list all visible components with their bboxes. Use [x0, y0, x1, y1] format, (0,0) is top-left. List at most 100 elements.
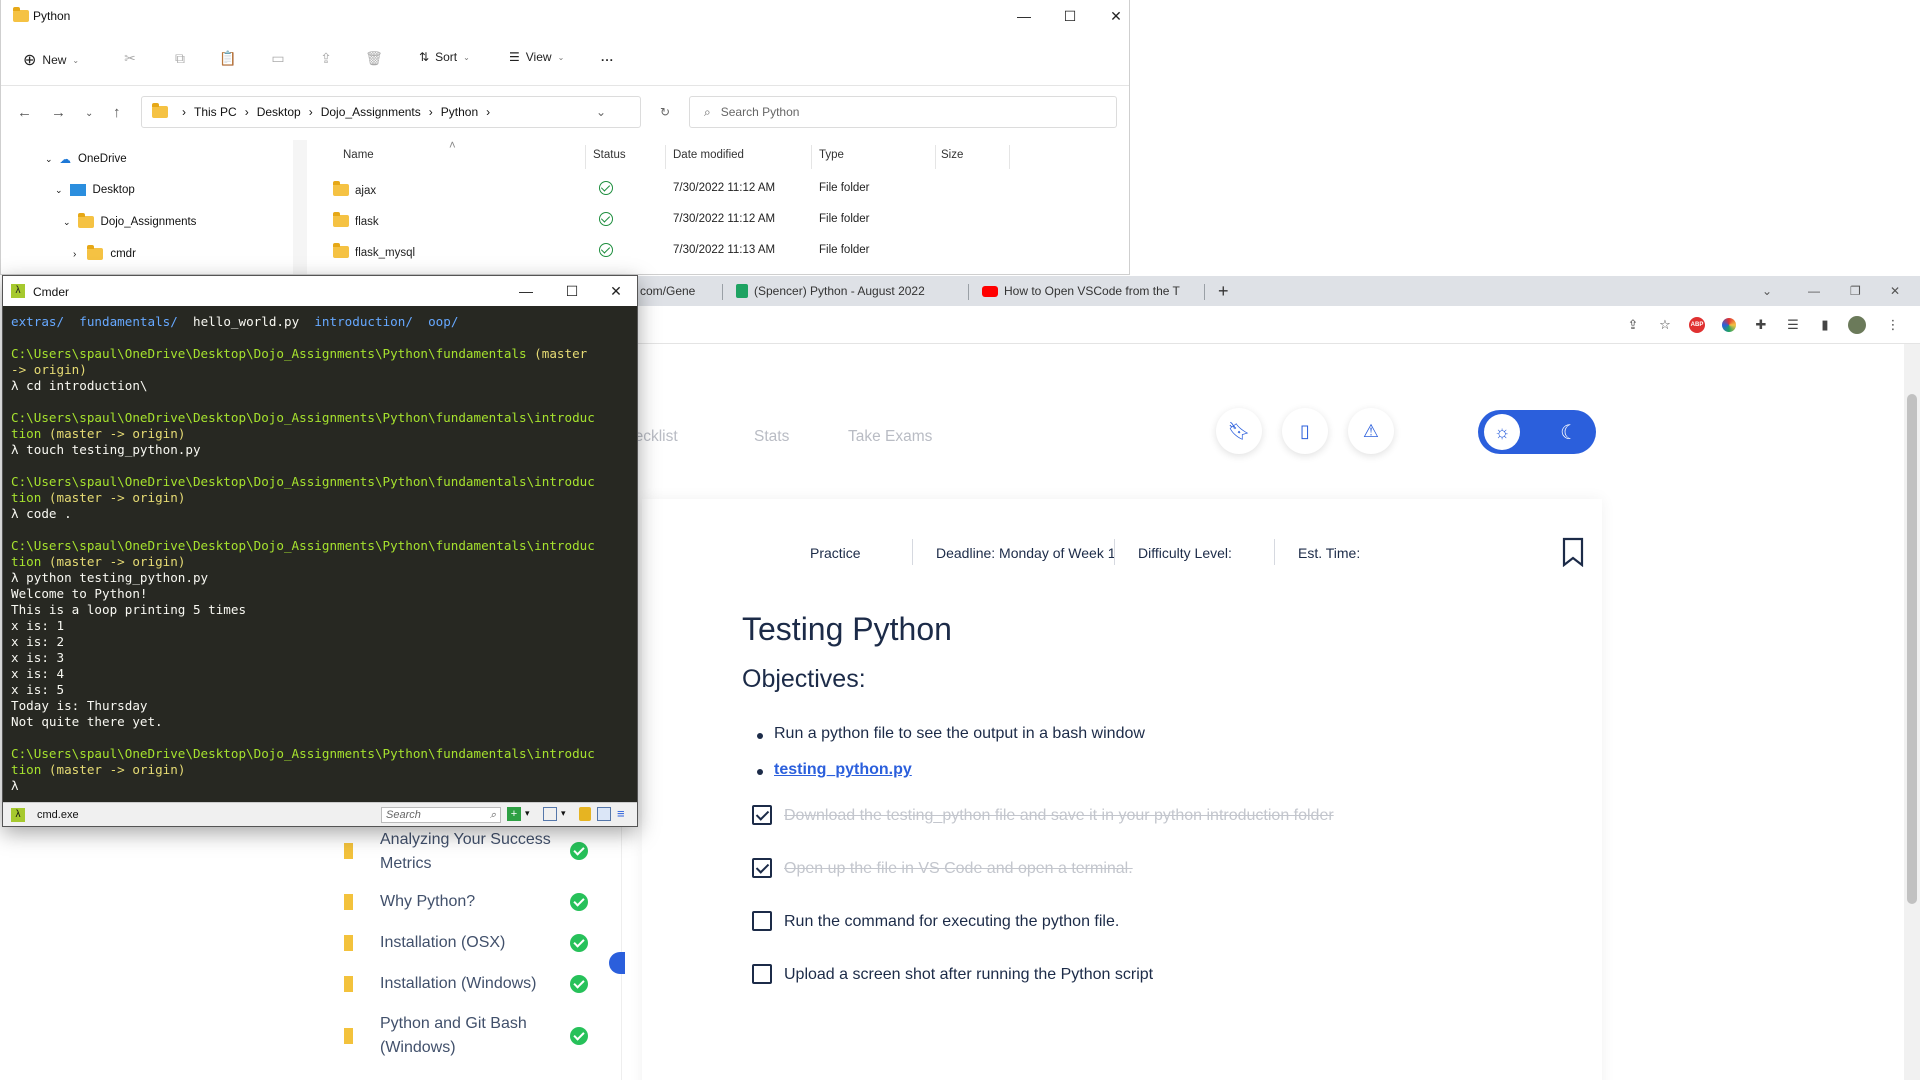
report-button[interactable]: ⚠: [1348, 408, 1394, 454]
reading-list-icon[interactable]: ☰: [1784, 316, 1802, 334]
close-icon[interactable]: ✕: [1882, 276, 1908, 306]
address-bar[interactable]: › This PC › Desktop › Dojo_Assignments › Py…: [141, 96, 670, 128]
nav-stats[interactable]: Stats: [754, 428, 789, 446]
file-row[interactable]: flask 7/30/2022 11:12 AM File folder: [321, 205, 1121, 235]
back-arrow-icon[interactable]: ←: [17, 104, 32, 121]
cmder-titlebar: λ Cmder — ☐ ✕: [3, 276, 637, 306]
up-arrow-icon[interactable]: ↑: [113, 104, 121, 121]
explorer-toolbar: ⊕ New ⌄ ✂ ⧉ 📋 ▭ ⇪ 🗑 ⇅ Sort ⌄ ☰ View ⌄ ...: [1, 32, 1129, 86]
tab-search-chevron-icon[interactable]: ⌄: [1754, 276, 1780, 306]
browser-tab[interactable]: How to Open VSCode from the T: [974, 276, 1200, 306]
page-scrollbar[interactable]: [1904, 344, 1920, 1080]
folder-icon: [87, 245, 104, 260]
chevron-down-icon[interactable]: ▾: [561, 808, 566, 819]
cut-icon[interactable]: ✂: [121, 50, 139, 68]
column-date[interactable]: Date modified: [673, 149, 744, 161]
nav-item-onedrive[interactable]: ⌄ ☁ OneDrive: [45, 152, 127, 166]
restore-icon[interactable]: ❐: [1842, 276, 1869, 306]
delete-icon[interactable]: 🗑: [365, 50, 383, 68]
share-icon[interactable]: ⇪: [1624, 316, 1642, 334]
column-name[interactable]: Name: [343, 149, 374, 161]
lesson-item[interactable]: Python and Git Bash (Windows): [306, 1010, 616, 1060]
panel-icon[interactable]: [597, 807, 611, 821]
chevron-down-icon: ⌄: [463, 52, 470, 62]
refresh-icon[interactable]: ↻: [660, 105, 670, 119]
column-size[interactable]: Size: [941, 149, 963, 161]
breadcrumb-this-pc[interactable]: This PC: [194, 105, 237, 119]
theme-toggle[interactable]: ☼ ☾: [1478, 410, 1596, 454]
checklist-checkbox[interactable]: [752, 858, 772, 878]
bookmark-button[interactable]: 🔖︎: [1216, 408, 1262, 454]
testing-python-link[interactable]: testing_python.py: [757, 761, 912, 779]
rename-icon[interactable]: ▭: [269, 50, 287, 68]
chevron-down-icon: ⌄: [45, 153, 53, 164]
side-panel-icon[interactable]: ▮: [1816, 316, 1834, 334]
search-input[interactable]: ⌕ Search Python: [689, 96, 1117, 128]
nav-scrollbar[interactable]: [293, 140, 307, 274]
file-row[interactable]: flask_mysql 7/30/2022 11:13 AM File fold…: [321, 236, 1121, 266]
column-type[interactable]: Type: [819, 149, 844, 161]
book-button[interactable]: ▯: [1282, 408, 1328, 454]
forward-arrow-icon[interactable]: →: [51, 104, 66, 121]
color-picker-icon[interactable]: [1720, 316, 1738, 334]
column-status[interactable]: Status: [593, 149, 626, 161]
copy-icon[interactable]: ⧉: [171, 50, 189, 68]
view-button[interactable]: ☰ View ⌄: [509, 50, 564, 64]
nav-item-desktop[interactable]: ⌄ Desktop: [55, 184, 135, 196]
close-icon[interactable]: ✕: [1093, 0, 1129, 32]
new-tab-button[interactable]: +: [1210, 276, 1237, 306]
kebab-menu-icon[interactable]: ⋮: [1884, 316, 1902, 334]
navigation-pane: ⌄ ☁ OneDrive ⌄ Desktop ⌄ Dojo_Assignments › c…: [1, 140, 293, 274]
folder-icon: [333, 212, 349, 227]
chevron-down-icon[interactable]: ⌄: [596, 105, 606, 119]
paste-icon[interactable]: 📋: [219, 50, 237, 68]
sidebar-collapse-button[interactable]: [609, 952, 625, 974]
avatar[interactable]: [1848, 316, 1866, 334]
deadline-label: Deadline: Monday of Week 1: [936, 545, 1116, 561]
book-icon: [344, 894, 353, 910]
lesson-item[interactable]: Installation (OSX): [306, 929, 616, 959]
minimize-icon[interactable]: —: [1001, 0, 1047, 32]
breadcrumb-python[interactable]: Python: [441, 105, 478, 119]
checklist-checkbox[interactable]: [752, 964, 772, 984]
checklist-checkbox[interactable]: [752, 911, 772, 931]
chevron-right-icon: ›: [73, 248, 77, 260]
share-icon[interactable]: ⇪: [317, 50, 335, 68]
lock-icon[interactable]: [579, 807, 591, 821]
nav-item-cmdr[interactable]: › cmdr: [73, 245, 136, 260]
browser-tab[interactable]: (Spencer) Python - August 2022: [728, 276, 966, 306]
new-console-icon[interactable]: +: [507, 807, 521, 821]
lesson-item[interactable]: Analyzing Your Success Metrics: [306, 826, 616, 876]
cmder-title: Cmder: [33, 285, 70, 299]
bookmark-icon: 🔖︎: [1227, 420, 1251, 441]
minimize-icon[interactable]: —: [1800, 276, 1828, 306]
recent-chevron-icon[interactable]: ⌄: [85, 108, 93, 119]
bookmark-star-icon[interactable]: ☆: [1656, 316, 1674, 334]
console-tab[interactable]: cmd.exe: [37, 809, 79, 821]
console-search-input[interactable]: Search ⌕: [381, 807, 501, 823]
terminal-output[interactable]: extras/ fundamentals/ hello_world.py int…: [11, 314, 631, 792]
file-row[interactable]: ajax 7/30/2022 11:12 AM File folder: [321, 174, 1121, 204]
breadcrumb-dojo[interactable]: Dojo_Assignments: [321, 105, 421, 119]
adblock-icon[interactable]: ABP: [1688, 316, 1706, 334]
minimize-icon[interactable]: —: [503, 276, 549, 306]
menu-icon[interactable]: ≡: [617, 806, 625, 821]
new-button[interactable]: ⊕ New ⌄: [23, 50, 79, 70]
maximize-icon[interactable]: ☐: [549, 276, 595, 306]
lesson-item[interactable]: Why Python?: [306, 888, 616, 918]
sort-button[interactable]: ⇅ Sort ⌄: [419, 50, 470, 64]
more-options-button[interactable]: ...: [601, 50, 614, 64]
extensions-puzzle-icon[interactable]: ✚: [1752, 316, 1770, 334]
split-icon[interactable]: [543, 807, 557, 821]
checklist-checkbox[interactable]: [752, 805, 772, 825]
browser-tab[interactable]: com/Gene: [632, 276, 720, 306]
nav-item-dojo-assignments[interactable]: ⌄ Dojo_Assignments: [63, 213, 196, 228]
nav-take-exams[interactable]: Take Exams: [848, 428, 932, 446]
close-icon[interactable]: ✕: [593, 276, 639, 306]
breadcrumb-desktop[interactable]: Desktop: [257, 105, 301, 119]
bookmark-outline-icon[interactable]: [1562, 537, 1584, 567]
chevron-down-icon[interactable]: ▾: [525, 808, 530, 819]
maximize-icon[interactable]: ☐: [1047, 0, 1093, 32]
lesson-item[interactable]: Installation (Windows): [306, 970, 616, 1000]
chevron-down-icon: ⌄: [63, 216, 71, 227]
